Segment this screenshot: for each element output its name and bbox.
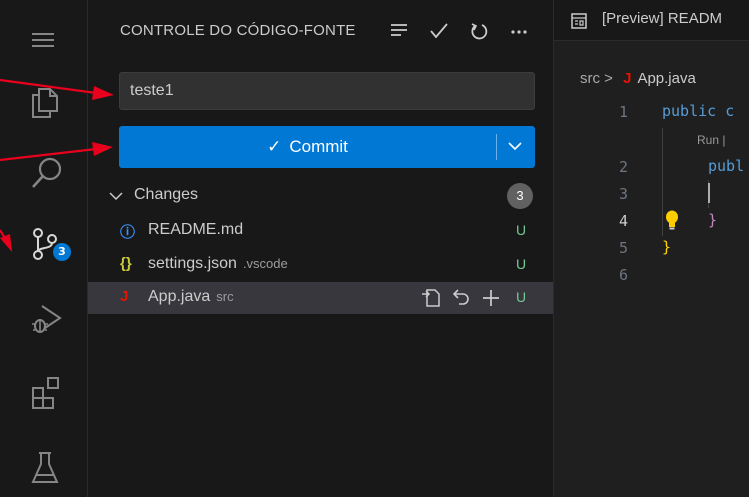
annotation-arrows	[0, 78, 114, 252]
vscode-window: 3 CONTROLE DO CÓDIGO-FONTE teste1 ✓ Comm…	[0, 0, 749, 497]
